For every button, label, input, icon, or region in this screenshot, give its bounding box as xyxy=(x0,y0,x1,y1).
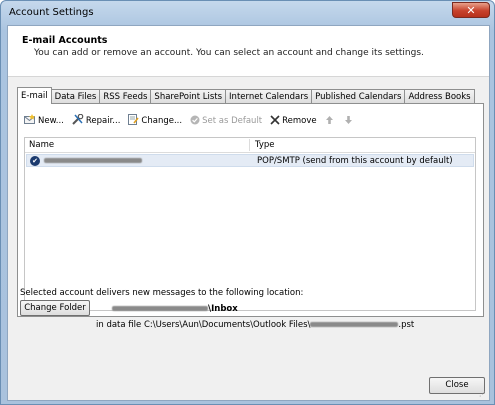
column-header-name[interactable]: Name xyxy=(29,140,54,150)
default-account-check-icon: ✔ xyxy=(30,156,40,166)
change-folder-button[interactable]: Change Folder xyxy=(20,300,90,316)
header-subtitle: You can add or remove an account. You ca… xyxy=(34,48,424,58)
move-down-button[interactable] xyxy=(344,115,355,128)
arrow-down-icon xyxy=(344,115,353,128)
header-band: E-mail Accounts You can add or remove an… xyxy=(8,26,489,77)
account-settings-window: Account Settings ✕ E-mail Accounts You c… xyxy=(0,0,495,405)
email-tab-panel: New... Repair... Change... Set as Defaul… xyxy=(17,103,484,317)
repair-button[interactable]: Repair... xyxy=(72,113,121,128)
tab-internet-calendars[interactable]: Internet Calendars xyxy=(225,89,313,104)
folder-inbox-label: \Inbox xyxy=(208,304,238,314)
check-circle-icon xyxy=(190,115,200,128)
tab-email[interactable]: E-mail xyxy=(17,87,52,104)
resize-grip-icon[interactable]: ⋰ xyxy=(479,390,487,398)
repair-tools-icon xyxy=(72,113,84,128)
account-type: POP/SMTP (send from this account by defa… xyxy=(257,156,453,166)
remove-x-icon xyxy=(270,114,280,128)
account-row[interactable]: ✔ POP/SMTP (send from this account by de… xyxy=(26,154,474,167)
remove-button-label: Remove xyxy=(282,116,317,126)
tab-rss-feeds[interactable]: RSS Feeds xyxy=(99,89,152,104)
folder-name-redacted xyxy=(112,306,208,311)
data-file-path: in data file C:\Users\Aun\Documents\Outl… xyxy=(96,320,414,330)
set-as-default-label: Set as Default xyxy=(202,116,263,126)
change-settings-icon xyxy=(128,114,140,128)
repair-button-label: Repair... xyxy=(85,116,121,126)
new-button-label: New... xyxy=(38,116,64,126)
tab-sharepoint-lists[interactable]: SharePoint Lists xyxy=(150,89,227,104)
new-mail-icon xyxy=(24,114,36,128)
data-file-name-redacted xyxy=(310,322,399,327)
header-title: E-mail Accounts xyxy=(22,35,108,46)
column-divider xyxy=(249,139,250,151)
close-button[interactable]: Close xyxy=(429,377,485,394)
remove-button[interactable]: Remove xyxy=(270,114,317,128)
move-up-button[interactable] xyxy=(325,115,336,128)
data-file-ext: .pst xyxy=(398,320,415,330)
set-as-default-button[interactable]: Set as Default xyxy=(190,115,262,128)
new-button[interactable]: New... xyxy=(24,114,64,128)
delivery-label: Selected account delivers new messages t… xyxy=(20,288,304,298)
delivery-folder: \Inbox xyxy=(112,304,238,314)
toolbar: New... Repair... Change... Set as Defaul… xyxy=(24,113,363,129)
data-file-prefix: in data file C:\Users\Aun\Documents\Outl… xyxy=(96,320,311,330)
list-header: Name Type xyxy=(25,138,475,153)
tab-strip: E-mail Data Files RSS Feeds SharePoint L… xyxy=(17,87,475,104)
window-title: Account Settings xyxy=(9,7,94,18)
column-header-type[interactable]: Type xyxy=(255,140,275,150)
dialog-client: E-mail Accounts You can add or remove an… xyxy=(7,25,490,401)
tab-data-files[interactable]: Data Files xyxy=(50,89,101,104)
tab-address-books[interactable]: Address Books xyxy=(404,89,475,104)
accounts-list[interactable]: Name Type ✔ POP/SMTP (send from this acc… xyxy=(24,137,476,311)
window-close-icon[interactable]: ✕ xyxy=(452,2,490,18)
arrow-up-icon xyxy=(325,115,334,128)
tab-published-calendars[interactable]: Published Calendars xyxy=(311,89,406,104)
change-button[interactable]: Change... xyxy=(128,114,182,128)
change-button-label: Change... xyxy=(141,116,183,126)
account-name-redacted xyxy=(44,156,142,166)
